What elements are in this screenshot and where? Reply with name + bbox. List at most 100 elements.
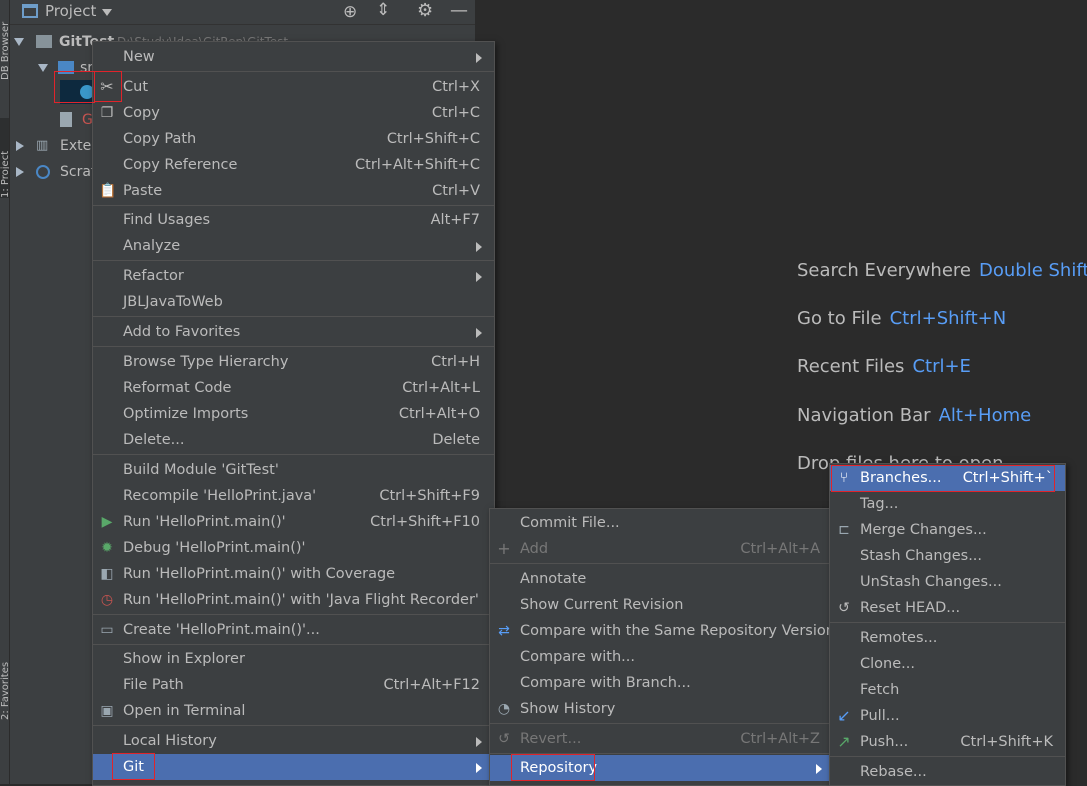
scratches-icon <box>36 165 50 179</box>
library-icon: ▥ <box>36 138 49 153</box>
menu-item-merge-changes[interactable]: ⊏ Merge Changes... <box>830 517 1065 543</box>
favorites-tool-tab[interactable]: 2: Favorites <box>0 640 9 720</box>
menu-item-paste[interactable]: 📋 Paste Ctrl+V <box>93 178 494 204</box>
left-tool-strip: DB Browser 1: Project 2: Favorites <box>0 0 10 784</box>
menu-item-copy[interactable]: ❐ Copy Ctrl+C <box>93 100 494 126</box>
menu-item-file-path[interactable]: File Path Ctrl+Alt+F12 <box>93 672 494 698</box>
expand-arrow-icon[interactable] <box>38 64 48 72</box>
menu-item-show-current-revision[interactable]: Show Current Revision <box>490 592 830 618</box>
chevron-down-icon[interactable] <box>102 9 112 16</box>
welcome-key: Ctrl+E <box>912 356 971 377</box>
menu-item-shortcut: Ctrl+Alt+Z <box>740 731 820 747</box>
menu-item-label: Add to Favorites <box>123 324 241 340</box>
menu-item-branches[interactable]: ⑂ Branches... Ctrl+Shift+` <box>830 465 1065 491</box>
flight-recorder-icon: ◷ <box>100 592 114 608</box>
menu-item-reformat-code[interactable]: Reformat Code Ctrl+Alt+L <box>93 375 494 401</box>
menu-item-analyze[interactable]: Analyze <box>93 233 494 259</box>
menu-item-add-to-favorites[interactable]: Add to Favorites <box>93 319 494 345</box>
menu-item-shortcut: Ctrl+C <box>431 105 480 121</box>
collapsed-arrow-icon[interactable] <box>16 167 24 177</box>
menu-item-new[interactable]: New <box>93 44 494 70</box>
menu-item-browse-type-hierarchy[interactable]: Browse Type Hierarchy Ctrl+H <box>93 349 494 375</box>
welcome-key: Ctrl+Shift+N <box>889 308 1007 329</box>
menu-item-unstash-changes[interactable]: UnStash Changes... <box>830 569 1065 595</box>
menu-item-label: Remotes... <box>860 630 938 646</box>
menu-item-delete[interactable]: Delete... Delete <box>93 427 494 453</box>
menu-item-local-history[interactable]: Local History <box>93 728 494 754</box>
menu-item-revert[interactable]: ↺ Revert... Ctrl+Alt+Z <box>490 726 830 752</box>
submenu-arrow-icon <box>476 328 482 338</box>
collapsed-arrow-icon[interactable] <box>16 141 24 151</box>
menu-item-label: Annotate <box>520 571 587 587</box>
menu-item-label: Stash Changes... <box>860 548 983 564</box>
menu-item-run-with-jfr[interactable]: ◷ Run 'HelloPrint.main()' with 'Java Flig… <box>93 587 494 613</box>
menu-item-label: Show in Explorer <box>123 651 245 667</box>
menu-item-label: Paste <box>123 183 163 199</box>
menu-item-recompile[interactable]: Recompile 'HelloPrint.java' Ctrl+Shift+F9 <box>93 483 494 509</box>
expand-arrow-icon[interactable] <box>14 38 24 46</box>
coverage-icon: ◧ <box>100 566 114 582</box>
gear-icon[interactable]: ⚙ <box>417 0 433 21</box>
menu-item-repository[interactable]: Repository <box>490 755 830 781</box>
menu-item-debug[interactable]: ✹ Debug 'HelloPrint.main()' <box>93 535 494 561</box>
menu-item-find-usages[interactable]: Find Usages Alt+F7 <box>93 207 494 233</box>
menu-item-show-in-explorer[interactable]: Show in Explorer <box>93 646 494 672</box>
menu-item-copy-reference[interactable]: Copy Reference Ctrl+Alt+Shift+C <box>93 152 494 178</box>
menu-item-compare-same-repo[interactable]: ⇄ Compare with the Same Repository Versio… <box>490 618 835 644</box>
menu-item-label: Reformat Code <box>123 380 232 396</box>
menu-item-reset-head[interactable]: ↺ Reset HEAD... <box>830 595 1065 621</box>
menu-item-shortcut: Ctrl+Shift+F10 <box>370 514 480 530</box>
terminal-icon: ▣ <box>100 703 114 719</box>
project-tool-tab[interactable]: 1: Project <box>0 118 9 198</box>
menu-item-cut[interactable]: ✂ Cut Ctrl+X <box>93 74 494 100</box>
menu-item-label: Pull... <box>860 708 900 724</box>
menu-item-optimize-imports[interactable]: Optimize Imports Ctrl+Alt+O <box>93 401 494 427</box>
menu-item-open-in-terminal[interactable]: ▣ Open in Terminal <box>93 698 494 724</box>
menu-item-compare-with-branch[interactable]: Compare with Branch... <box>490 670 830 696</box>
tree-row-hello-print[interactable] <box>60 80 94 104</box>
menu-separator <box>490 753 830 754</box>
push-icon: ↗ <box>837 732 851 751</box>
menu-item-create-config[interactable]: ▭ Create 'HelloPrint.main()'... <box>93 617 494 643</box>
menu-item-pull[interactable]: ↙ Pull... <box>830 703 1065 729</box>
menu-item-rebase[interactable]: Rebase... <box>830 759 1065 785</box>
menu-item-add[interactable]: + Add Ctrl+Alt+A <box>490 536 830 562</box>
menu-separator <box>93 346 494 347</box>
collapse-all-icon[interactable]: ⇕ <box>376 0 390 20</box>
menu-separator <box>830 756 1065 757</box>
menu-item-run[interactable]: ▶ Run 'HelloPrint.main()' Ctrl+Shift+F10 <box>93 509 494 535</box>
menu-item-compare-with[interactable]: Compare with... <box>490 644 830 670</box>
menu-item-fetch[interactable]: Fetch <box>830 677 1065 703</box>
hide-panel-icon[interactable]: — <box>450 0 468 21</box>
menu-separator <box>93 260 494 261</box>
menu-item-build-module[interactable]: Build Module 'GitTest' <box>93 457 494 483</box>
repository-submenu: ⑂ Branches... Ctrl+Shift+` Tag... ⊏ Merge C… <box>829 463 1066 786</box>
menu-item-jbljavatoweb[interactable]: JBLJavaToWeb <box>93 289 494 315</box>
welcome-search-everywhere: Search Everywhere Double Shift <box>797 260 1087 281</box>
db-browser-tab[interactable]: DB Browser <box>0 0 9 80</box>
menu-separator <box>93 725 494 726</box>
locate-icon[interactable]: ⊕ <box>343 2 357 22</box>
menu-item-clone[interactable]: Clone... <box>830 651 1065 677</box>
welcome-text: Navigation Bar <box>797 405 931 426</box>
submenu-arrow-icon <box>476 53 482 63</box>
project-panel-title[interactable]: Project <box>45 2 96 20</box>
menu-item-copy-path[interactable]: Copy Path Ctrl+Shift+C <box>93 126 494 152</box>
menu-item-label: Debug 'HelloPrint.main()' <box>123 540 306 556</box>
menu-item-show-history[interactable]: ◔ Show History <box>490 696 830 722</box>
menu-item-commit-file[interactable]: Commit File... <box>490 510 830 536</box>
menu-item-label: Run 'HelloPrint.main()' <box>123 514 286 530</box>
menu-item-tag[interactable]: Tag... <box>830 491 1065 517</box>
menu-item-git[interactable]: Git <box>93 754 494 780</box>
menu-item-stash-changes[interactable]: Stash Changes... <box>830 543 1065 569</box>
menu-item-remotes[interactable]: Remotes... <box>830 625 1065 651</box>
menu-separator <box>830 622 1065 623</box>
menu-item-refactor[interactable]: Refactor <box>93 263 494 289</box>
run-icon: ▶ <box>101 514 113 530</box>
menu-item-shortcut: Ctrl+X <box>432 79 480 95</box>
menu-item-annotate[interactable]: Annotate <box>490 566 830 592</box>
menu-item-shortcut: Ctrl+Shift+F9 <box>379 488 480 504</box>
welcome-key: Double Shift <box>979 260 1087 281</box>
menu-item-push[interactable]: ↗ Push... Ctrl+Shift+K <box>830 729 1065 755</box>
menu-item-run-with-coverage[interactable]: ◧ Run 'HelloPrint.main()' with Coverage <box>93 561 494 587</box>
